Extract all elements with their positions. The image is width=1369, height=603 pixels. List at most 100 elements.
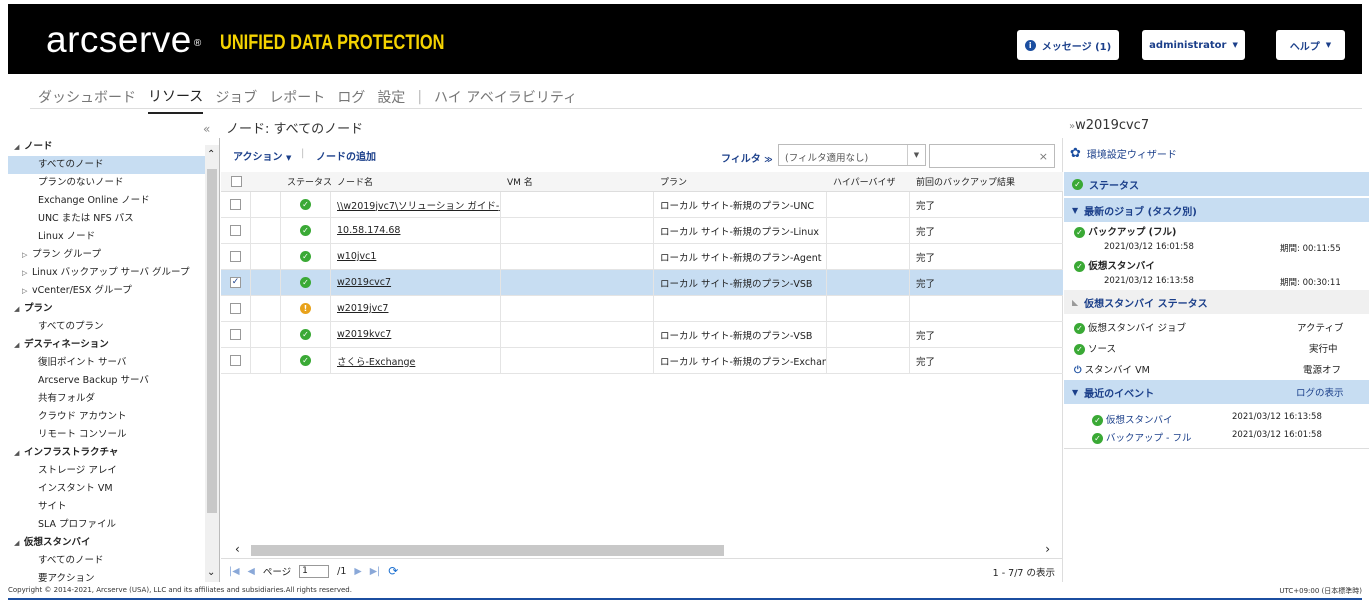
row-checkbox[interactable] bbox=[230, 225, 241, 236]
tree-item-all-plans[interactable]: すべてのプラン bbox=[8, 318, 219, 336]
scrollbar-thumb[interactable] bbox=[251, 545, 724, 556]
plan-cell: ローカル サイト-新規のプラン-Exchange bbox=[654, 348, 827, 373]
sidebar-scrollbar[interactable]: ⌃ ⌄ bbox=[205, 145, 219, 582]
actions-menu[interactable]: アクション ▼ bbox=[233, 148, 291, 163]
scroll-down-icon[interactable]: ⌄ bbox=[207, 567, 215, 578]
node-name-link[interactable]: w2019cvc7 bbox=[337, 277, 391, 288]
tree-item-linux-nodes[interactable]: Linux ノード bbox=[8, 228, 219, 246]
scroll-left-icon[interactable]: ‹ bbox=[235, 542, 240, 556]
tree-item-remote-consoles[interactable]: リモート コンソール bbox=[8, 426, 219, 444]
tree-item-sla-profiles[interactable]: SLA プロファイル bbox=[8, 516, 219, 534]
tree-item-unc-nfs-path[interactable]: UNC または NFS パス bbox=[8, 210, 219, 228]
tree-item-exchange-online-nodes[interactable]: Exchange Online ノード bbox=[8, 192, 219, 210]
clear-icon[interactable]: × bbox=[1039, 150, 1048, 163]
select-all-checkbox[interactable] bbox=[230, 176, 242, 187]
row-checkbox[interactable] bbox=[230, 199, 241, 210]
table-row[interactable]: ! w2019jvc7 bbox=[221, 296, 1063, 322]
node-name-link[interactable]: さくら-Exchange bbox=[337, 354, 415, 368]
node-name-link[interactable]: w10jvc1 bbox=[337, 251, 376, 262]
tree-item-cloud-accounts[interactable]: クラウド アカウント bbox=[8, 408, 219, 426]
search-input[interactable]: × bbox=[929, 144, 1055, 168]
expanded-icon[interactable]: ◢ bbox=[14, 336, 24, 354]
collapsed-icon[interactable]: ▷ bbox=[22, 246, 32, 264]
chevron-right-icon[interactable]: ◣ bbox=[1072, 298, 1078, 307]
col-node-name[interactable]: ノード名 bbox=[331, 172, 501, 191]
timezone-text: UTC+09:00 (日本標準時) bbox=[1279, 587, 1362, 595]
node-name-link[interactable]: 10.58.174.68 bbox=[337, 225, 400, 236]
tree-item-recovery-point-servers[interactable]: 復旧ポイント サーバ bbox=[8, 354, 219, 372]
tree-item-nodes-without-plan[interactable]: プランのないノード bbox=[8, 174, 219, 192]
scrollbar-thumb[interactable] bbox=[207, 169, 217, 513]
tree-item-storage-arrays[interactable]: ストレージ アレイ bbox=[8, 462, 219, 480]
node-name-link[interactable]: w2019jvc7 bbox=[337, 303, 388, 314]
table-row[interactable]: ✓ さくら-Exchange ローカル サイト-新規のプラン-Exchange 完了 bbox=[221, 348, 1063, 374]
tree-item-instant-vms[interactable]: インスタント VM bbox=[8, 480, 219, 498]
messages-button[interactable]: i メッセージ (1) bbox=[1017, 30, 1119, 60]
node-name-link[interactable]: \\w2019jvc7\ソリューション ガイド-JPN bbox=[337, 198, 500, 212]
chevron-down-icon[interactable]: ▼ bbox=[1072, 388, 1078, 397]
tree-group-infrastructure[interactable]: ◢ インフラストラクチャ bbox=[8, 444, 219, 462]
node-name-cell: w2019jvc7 bbox=[331, 296, 501, 321]
collapse-sidebar-icon[interactable]: « bbox=[203, 122, 210, 136]
user-menu-button[interactable]: administrator ▼ bbox=[1142, 30, 1245, 60]
row-checkbox[interactable] bbox=[230, 329, 241, 340]
node-name-link[interactable]: w2019kvc7 bbox=[337, 329, 391, 340]
tree-item-linux-backup-server-groups[interactable]: ▷ Linux バックアップ サーバ グループ bbox=[8, 264, 219, 282]
tree-group-plans[interactable]: ◢ プラン bbox=[8, 300, 219, 318]
scroll-right-icon[interactable]: › bbox=[1045, 542, 1050, 556]
tree-group-nodes[interactable]: ◢ ノード bbox=[8, 138, 219, 156]
row-checkbox[interactable] bbox=[230, 303, 241, 314]
row-checkbox[interactable]: ✓ bbox=[230, 277, 241, 288]
col-last-backup-result[interactable]: 前回のバックアップ結果 bbox=[910, 172, 1063, 191]
collapsed-icon[interactable]: ▷ bbox=[22, 264, 32, 282]
tree-item-all-nodes[interactable]: すべてのノード bbox=[8, 156, 219, 174]
prev-page-icon[interactable]: ◀ bbox=[248, 566, 255, 577]
hypervisor-cell bbox=[827, 322, 910, 347]
chevron-down-icon[interactable]: ▼ bbox=[907, 145, 925, 165]
vsb-status-header[interactable]: ◣ 仮想スタンバイ ステータス bbox=[1064, 290, 1369, 314]
col-vm-name[interactable]: VM 名 bbox=[501, 172, 654, 191]
status-section-header[interactable]: ✓ ステータス bbox=[1064, 172, 1369, 196]
table-row[interactable]: ✓ w2019kvc7 ローカル サイト-新規のプラン-VSB 完了 bbox=[221, 322, 1063, 348]
tree-item-sites[interactable]: サイト bbox=[8, 498, 219, 516]
table-row[interactable]: ✓ 10.58.174.68 ローカル サイト-新規のプラン-Linux 完了 bbox=[221, 218, 1063, 244]
collapsed-icon[interactable]: ▷ bbox=[22, 282, 32, 300]
refresh-icon[interactable]: ⟳ bbox=[388, 564, 398, 578]
table-row[interactable]: ✓ w10jvc1 ローカル サイト-新規のプラン-Agent 完了 bbox=[221, 244, 1063, 270]
expanded-icon[interactable]: ◢ bbox=[14, 534, 24, 552]
col-status[interactable]: ステータス bbox=[281, 172, 331, 191]
tree-item-vsb-all-nodes[interactable]: すべてのノード bbox=[8, 552, 219, 570]
tree-item-action-required[interactable]: 要アクション bbox=[8, 570, 219, 582]
first-page-icon[interactable]: |◀ bbox=[229, 566, 240, 577]
table-row[interactable]: ✓ \\w2019jvc7\ソリューション ガイド-JPN ローカル サイト-新規の… bbox=[221, 192, 1063, 218]
table-row[interactable]: ✓ ✓ w2019cvc7 ローカル サイト-新規のプラン-VSB 完了 bbox=[221, 270, 1063, 296]
col-hypervisor[interactable]: ハイパーバイザ bbox=[827, 172, 910, 191]
chevron-down-icon: ▼ bbox=[285, 154, 292, 162]
scroll-up-icon[interactable]: ⌃ bbox=[207, 149, 215, 160]
help-menu-button[interactable]: ヘルプ ▼ bbox=[1276, 30, 1345, 60]
add-node-button[interactable]: ノードの追加 bbox=[316, 148, 376, 163]
latest-jobs-header[interactable]: ▼ 最新のジョブ (タスク別) bbox=[1064, 198, 1369, 222]
expanded-icon[interactable]: ◢ bbox=[14, 138, 24, 156]
tree-group-destinations[interactable]: ◢ デスティネーション bbox=[8, 336, 219, 354]
page-number-input[interactable]: 1 bbox=[299, 564, 330, 578]
expanded-icon[interactable]: ◢ bbox=[14, 444, 24, 462]
row-checkbox[interactable] bbox=[230, 251, 241, 262]
view-log-link[interactable]: ログの表示 bbox=[1296, 385, 1344, 399]
table-horizontal-scrollbar[interactable]: ‹ › bbox=[221, 542, 1056, 556]
tree-item-shared-folders[interactable]: 共有フォルダ bbox=[8, 390, 219, 408]
config-wizard-link[interactable]: ✿ 環境設定ウィザード bbox=[1070, 146, 1177, 161]
chevron-down-icon[interactable]: ▼ bbox=[1072, 206, 1078, 215]
last-page-icon[interactable]: ▶| bbox=[370, 566, 381, 577]
tree-item-vcenter-esx-groups[interactable]: ▷ vCenter/ESX グループ bbox=[8, 282, 219, 300]
next-page-icon[interactable]: ▶ bbox=[354, 566, 361, 577]
row-checkbox[interactable] bbox=[230, 355, 241, 366]
expanded-icon[interactable]: ◢ bbox=[14, 300, 24, 318]
filter-button[interactable]: フィルタ ≫ bbox=[721, 150, 773, 165]
tree-item-plan-groups[interactable]: ▷ プラン グループ bbox=[8, 246, 219, 264]
tree-item-arcserve-backup-servers[interactable]: Arcserve Backup サーバ bbox=[8, 372, 219, 390]
row-spacer-cell bbox=[251, 270, 281, 295]
filter-select[interactable]: (フィルタ適用なし) ▼ bbox=[778, 144, 926, 166]
tree-group-virtual-standby[interactable]: ◢ 仮想スタンバイ bbox=[8, 534, 219, 552]
col-plan[interactable]: プラン bbox=[654, 172, 827, 191]
